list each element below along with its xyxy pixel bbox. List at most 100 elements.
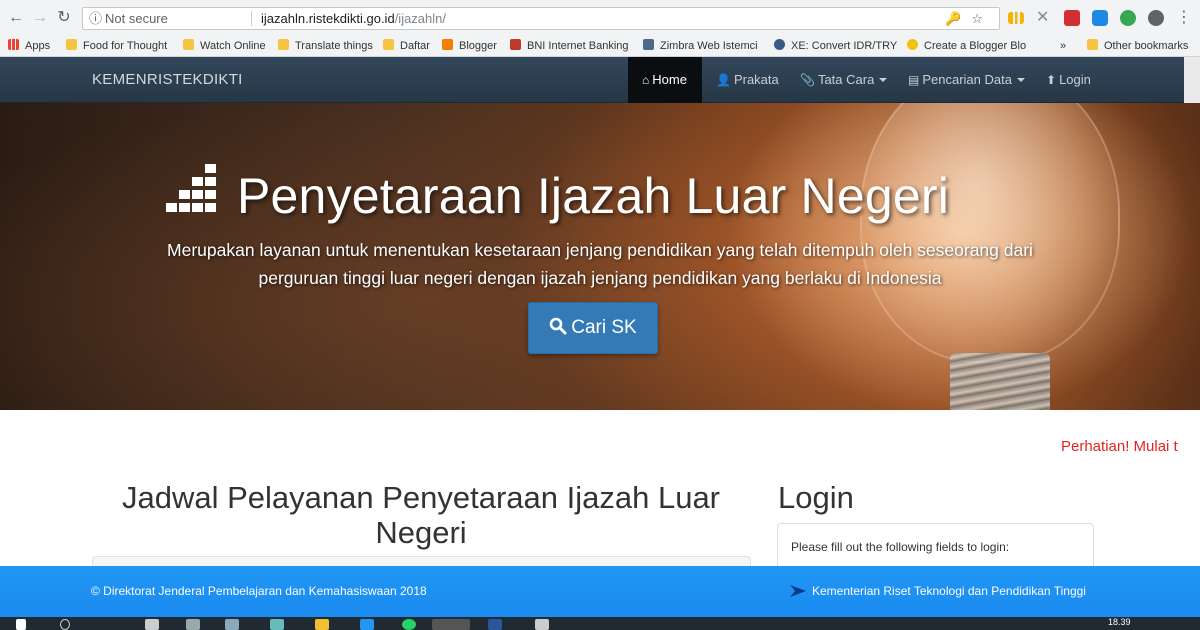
browser-chrome: ← → ↻ ⓘ Not secure ijazahln.ristekdikti.… bbox=[0, 0, 1200, 57]
whatsapp-icon[interactable] bbox=[402, 619, 416, 630]
bookmark-label: Other bookmarks bbox=[1104, 40, 1189, 52]
key-icon[interactable]: 🔑 bbox=[945, 11, 971, 26]
app-icon[interactable] bbox=[186, 619, 200, 630]
bookmark-create-blogger[interactable]: Create a Blogger Blo bbox=[907, 38, 1026, 54]
folder-icon bbox=[383, 39, 394, 50]
lightbulb-image bbox=[860, 103, 1120, 363]
bookmark-label: Translate things bbox=[295, 40, 373, 52]
zimbra-icon bbox=[643, 39, 654, 50]
lightbulb-base-image bbox=[950, 353, 1050, 410]
word-icon[interactable] bbox=[488, 619, 502, 630]
app-icon[interactable] bbox=[225, 619, 239, 630]
security-label: Not secure bbox=[105, 11, 168, 26]
extension-globe-icon[interactable] bbox=[1148, 10, 1164, 26]
ministry-logo-icon bbox=[790, 583, 806, 599]
extension-x-icon[interactable]: ✕ bbox=[1036, 10, 1052, 26]
home-icon: ⌂ bbox=[642, 73, 650, 87]
schedule-title-line: Negeri bbox=[375, 515, 467, 550]
login-title: Login bbox=[778, 480, 854, 515]
upload-icon: ⬆ bbox=[1046, 73, 1057, 87]
folder-icon bbox=[278, 39, 289, 50]
hero-subtitle: Merupakan layanan untuk menentukan keset… bbox=[100, 236, 1100, 292]
omnibox-divider bbox=[251, 11, 252, 26]
bni-icon bbox=[510, 39, 521, 50]
url-text[interactable]: ijazahln.ristekdikti.go.id/ijazahln/ bbox=[261, 8, 446, 29]
apps-grid-icon bbox=[8, 39, 19, 50]
bookmark-watch-online[interactable]: Watch Online bbox=[183, 38, 266, 54]
info-bookmark-icon bbox=[907, 39, 918, 50]
app-icon[interactable] bbox=[360, 619, 374, 630]
bookmark-label: Daftar bbox=[400, 40, 430, 52]
bookmark-label: Zimbra Web Istemci bbox=[660, 40, 758, 52]
paperclip-icon: 📎 bbox=[800, 73, 815, 87]
bookmark-blogger[interactable]: Blogger bbox=[442, 38, 497, 54]
hero-subtitle-line: perguruan tinggi luar negeri dengan ijaz… bbox=[258, 268, 942, 288]
taskbar-clock[interactable]: 18.39 bbox=[1108, 617, 1131, 627]
nav-home[interactable]: ⌂ Home bbox=[628, 57, 702, 103]
nav-login[interactable]: ⬆ Login bbox=[1046, 57, 1091, 103]
login-help-text: Please fill out the following fields to … bbox=[791, 540, 1010, 554]
nav-label: Prakata bbox=[733, 72, 779, 87]
cari-sk-button[interactable]: Cari SK bbox=[528, 302, 658, 354]
extension-red-icon[interactable] bbox=[1064, 10, 1080, 26]
task-view-icon[interactable] bbox=[145, 619, 159, 630]
nav-label: Tata Cara bbox=[817, 72, 875, 87]
announcement-marquee: Perhatian! Mulai t bbox=[1061, 438, 1178, 455]
schedule-title: Jadwal Pelayanan Penyetaraan Ijazah Luar… bbox=[92, 480, 750, 550]
star-icon[interactable]: ☆ bbox=[971, 11, 993, 26]
bookmark-label: XE: Convert IDR/TRY bbox=[791, 40, 898, 52]
bookmark-xe[interactable]: XE: Convert IDR/TRY bbox=[774, 38, 897, 54]
bars-logo-icon bbox=[166, 164, 216, 212]
blogger-icon bbox=[442, 39, 453, 50]
user-icon: 👤 bbox=[716, 73, 731, 87]
bookmark-label: Apps bbox=[25, 40, 51, 52]
bookmark-bni[interactable]: BNI Internet Banking bbox=[510, 38, 629, 54]
app-icon[interactable] bbox=[535, 619, 549, 630]
site-navbar: KEMENRISTEKDIKTI ⌂ Home 👤 Prakata 📎 Tata Ca… bbox=[0, 57, 1200, 103]
bookmark-food-for-thought[interactable]: Food for Thought bbox=[66, 38, 167, 54]
app-icon[interactable] bbox=[270, 619, 284, 630]
hero-subtitle-line: Merupakan layanan untuk menentukan keset… bbox=[167, 240, 1033, 260]
bookmark-label: Create a Blogger Blo bbox=[924, 40, 1027, 52]
nav-prakata[interactable]: 👤 Prakata bbox=[716, 57, 779, 103]
menu-dots-icon[interactable]: ⋮ bbox=[1174, 8, 1194, 28]
bookmark-label: Blogger bbox=[459, 40, 497, 52]
address-bar[interactable]: ⓘ Not secure ijazahln.ristekdikti.go.id/… bbox=[82, 7, 1000, 30]
bookmark-translate-things[interactable]: Translate things bbox=[278, 38, 373, 54]
extension-grammar-icon[interactable] bbox=[1120, 10, 1136, 26]
start-icon[interactable] bbox=[16, 619, 26, 630]
caret-down-icon bbox=[879, 78, 888, 82]
bookmarks-bar: Apps Food for Thought Watch Online Trans… bbox=[0, 36, 1200, 56]
back-arrow-icon[interactable]: ← bbox=[6, 8, 26, 28]
reload-icon[interactable]: ↻ bbox=[54, 8, 74, 28]
search-icon bbox=[549, 317, 567, 335]
footer-ministry-text: Kementerian Riset Teknologi dan Pendidik… bbox=[812, 584, 1086, 598]
explorer-icon[interactable] bbox=[315, 619, 329, 630]
bookmark-label: BNI Internet Banking bbox=[527, 40, 629, 52]
extension-cloud-icon[interactable] bbox=[1092, 10, 1108, 26]
schedule-title-line: Jadwal Pelayanan Penyetaraan Ijazah Luar bbox=[121, 480, 721, 515]
folder-icon bbox=[1087, 39, 1098, 50]
bookmarks-overflow[interactable]: » bbox=[1060, 38, 1066, 54]
bookmark-other[interactable]: Other bookmarks bbox=[1087, 38, 1188, 54]
chrome-taskbar-icon[interactable] bbox=[432, 619, 470, 630]
list-icon: ▤ bbox=[908, 73, 920, 87]
forward-arrow-icon[interactable]: → bbox=[30, 8, 50, 28]
bookmark-daftar[interactable]: Daftar bbox=[383, 38, 430, 54]
folder-icon bbox=[66, 39, 77, 50]
site-brand[interactable]: KEMENRISTEKDIKTI bbox=[92, 57, 243, 103]
url-path: /ijazahln/ bbox=[394, 11, 446, 26]
xe-icon bbox=[774, 39, 785, 50]
nav-label: Login bbox=[1059, 72, 1091, 87]
nav-label: Home bbox=[652, 72, 687, 87]
bookmark-zimbra[interactable]: Zimbra Web Istemci bbox=[643, 38, 758, 54]
info-icon[interactable]: ⓘ bbox=[89, 8, 102, 29]
nav-pencarian-data[interactable]: ▤ Pencarian Data bbox=[908, 57, 1025, 103]
nav-tata-cara[interactable]: 📎 Tata Cara bbox=[800, 57, 888, 103]
footer-ministry: Kementerian Riset Teknologi dan Pendidik… bbox=[788, 566, 1086, 617]
extension-analytics-icon[interactable] bbox=[1008, 12, 1024, 24]
search-taskbar-icon[interactable] bbox=[60, 619, 70, 630]
bookmark-label: Food for Thought bbox=[83, 40, 168, 52]
nav-label: Pencarian Data bbox=[922, 72, 1012, 87]
bookmark-apps[interactable]: Apps bbox=[8, 38, 50, 54]
